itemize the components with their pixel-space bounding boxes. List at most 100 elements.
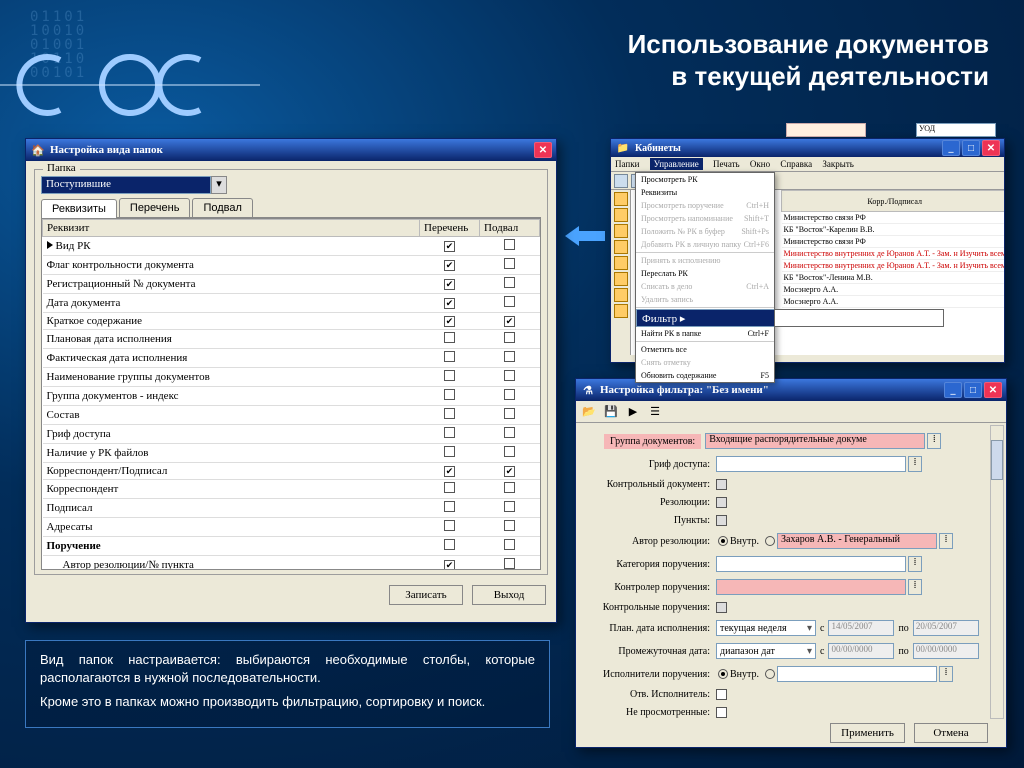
- radio-internal2[interactable]: [718, 669, 728, 679]
- list-row[interactable]: Министерство внутренних де Юранов А.Т. -…: [782, 260, 1005, 272]
- apply-button[interactable]: Применить: [830, 723, 905, 743]
- footer-checkbox[interactable]: [504, 351, 515, 362]
- close-icon[interactable]: ✕: [982, 140, 1000, 156]
- list-row[interactable]: Министерство связи РФ: [782, 212, 1005, 224]
- footer-checkbox[interactable]: [504, 316, 515, 327]
- grid-row[interactable]: Дата документа: [43, 294, 540, 313]
- menu-help[interactable]: Справка: [780, 159, 812, 169]
- list-checkbox[interactable]: [444, 446, 455, 457]
- list-row[interactable]: Мосэнерго А.А.Плахов А.В. - Управл Прошу…: [782, 284, 1005, 296]
- list-icon[interactable]: ☰: [647, 404, 663, 420]
- folder-icon[interactable]: [614, 224, 628, 238]
- list-checkbox[interactable]: [444, 560, 455, 570]
- radio-external[interactable]: [765, 536, 775, 546]
- list-row[interactable]: КБ "Восток"-Карелин В.В.: [782, 224, 1005, 236]
- dept-field[interactable]: УОД: [916, 123, 996, 137]
- minimize-icon[interactable]: _: [944, 382, 962, 398]
- unseen-checkbox[interactable]: [716, 707, 727, 718]
- grid-row[interactable]: Корреспондент: [43, 480, 540, 499]
- list-checkbox[interactable]: [444, 501, 455, 512]
- folder-icon[interactable]: [614, 192, 628, 206]
- grid-row[interactable]: Наличие у РК файлов: [43, 444, 540, 463]
- folder-icon[interactable]: [614, 240, 628, 254]
- grid-row[interactable]: Флаг контрольности документа: [43, 256, 540, 275]
- grid-row[interactable]: Адресаты: [43, 518, 540, 537]
- plan-from[interactable]: 14/05/2007: [828, 620, 894, 636]
- list-checkbox[interactable]: [444, 539, 455, 550]
- grid-row[interactable]: Краткое содержание: [43, 313, 540, 330]
- plan-to[interactable]: 20/05/2007: [913, 620, 979, 636]
- list-row[interactable]: Министерство внутренних де Юранов А.Т. -…: [782, 248, 1005, 260]
- manage-dropdown[interactable]: Просмотреть РКРеквизитыПросмотреть поруч…: [635, 172, 775, 383]
- exec-input[interactable]: [777, 666, 937, 682]
- close-icon[interactable]: ✕: [534, 142, 552, 158]
- grid-row[interactable]: Подписал: [43, 499, 540, 518]
- win1-titlebar[interactable]: 🏠 Настройка вида папок ✕: [26, 139, 556, 161]
- submenu-filter-settings[interactable]: Настройка фильтра: [774, 309, 944, 327]
- mid-from[interactable]: 00/00/0000: [828, 643, 894, 659]
- folder-select[interactable]: Поступившие: [41, 176, 211, 194]
- tab-requisites[interactable]: Реквизиты: [41, 199, 117, 218]
- grid-row[interactable]: Состав: [43, 406, 540, 425]
- menu-item[interactable]: Переслать РК: [636, 267, 774, 280]
- win2-titlebar[interactable]: 📁 Кабинеты _ □ ✕: [611, 139, 1004, 157]
- save-button[interactable]: Записать: [389, 585, 463, 605]
- footer-checkbox[interactable]: [504, 427, 515, 438]
- author-input[interactable]: Захаров А.В. - Генеральный: [777, 533, 937, 549]
- footer-checkbox[interactable]: [504, 466, 515, 477]
- footer-checkbox[interactable]: [504, 520, 515, 531]
- cancel-button[interactable]: Отмена: [914, 723, 988, 743]
- folder-icon[interactable]: [614, 208, 628, 222]
- list-checkbox[interactable]: [444, 298, 455, 309]
- menu-item[interactable]: Найти РК в папкеCtrl+F: [636, 327, 774, 340]
- folder-icon[interactable]: [614, 272, 628, 286]
- mid-to[interactable]: 00/00/0000: [913, 643, 979, 659]
- win2-grid[interactable]: Корр./Подписал Автор/№ пункта Текст Кем …: [781, 190, 1004, 355]
- picker-icon[interactable]: ⁞: [908, 456, 922, 472]
- list-checkbox[interactable]: [444, 482, 455, 493]
- col-requisite[interactable]: Реквизит: [43, 220, 420, 237]
- footer-checkbox[interactable]: [504, 296, 515, 307]
- menu-item[interactable]: Просмотреть РК: [636, 173, 774, 186]
- grid-row[interactable]: Поручение: [43, 537, 540, 556]
- mid-range-select[interactable]: диапазон дат: [716, 643, 816, 659]
- list-checkbox[interactable]: [444, 370, 455, 381]
- close-icon[interactable]: ✕: [984, 382, 1002, 398]
- list-checkbox[interactable]: [444, 389, 455, 400]
- play-icon[interactable]: ▶: [625, 404, 641, 420]
- kdoc-checkbox[interactable]: [716, 479, 727, 490]
- scrollbar[interactable]: [990, 425, 1004, 719]
- footer-checkbox[interactable]: [504, 239, 515, 250]
- menu-item[interactable]: Реквизиты: [636, 186, 774, 199]
- grid-row[interactable]: Группа документов - индекс: [43, 387, 540, 406]
- open-icon[interactable]: 📂: [581, 404, 597, 420]
- picker-icon[interactable]: ⁞: [927, 433, 941, 449]
- requisites-grid[interactable]: Реквизит Перечень Подвал Вид РКФлаг конт…: [41, 218, 541, 570]
- group-input[interactable]: Входящие распорядительные докуме: [705, 433, 925, 449]
- footer-checkbox[interactable]: [504, 558, 515, 569]
- menu-folders[interactable]: Папки: [615, 159, 639, 169]
- footer-checkbox[interactable]: [504, 332, 515, 343]
- folder-icon[interactable]: [614, 288, 628, 302]
- ctrl-input[interactable]: [716, 579, 906, 595]
- footer-checkbox[interactable]: [504, 258, 515, 269]
- resol-checkbox[interactable]: [716, 497, 727, 508]
- grid-row[interactable]: Наименование группы документов: [43, 368, 540, 387]
- footer-checkbox[interactable]: [504, 370, 515, 381]
- footer-checkbox[interactable]: [504, 501, 515, 512]
- list-checkbox[interactable]: [444, 408, 455, 419]
- menu-window[interactable]: Окно: [750, 159, 770, 169]
- picker-icon[interactable]: ⁞: [939, 533, 953, 549]
- list-checkbox[interactable]: [444, 332, 455, 343]
- ctrlpor-checkbox[interactable]: [716, 602, 727, 613]
- picker-icon[interactable]: ⁞: [908, 579, 922, 595]
- list-checkbox[interactable]: [444, 427, 455, 438]
- otv-checkbox[interactable]: [716, 689, 727, 700]
- tab-list[interactable]: Перечень: [119, 198, 191, 217]
- picker-icon[interactable]: ⁞: [908, 556, 922, 572]
- col-footer[interactable]: Подвал: [480, 220, 540, 237]
- col-list[interactable]: Перечень: [420, 220, 480, 237]
- footer-checkbox[interactable]: [504, 277, 515, 288]
- grid-row[interactable]: Фактическая дата исполнения: [43, 349, 540, 368]
- cat-input[interactable]: [716, 556, 906, 572]
